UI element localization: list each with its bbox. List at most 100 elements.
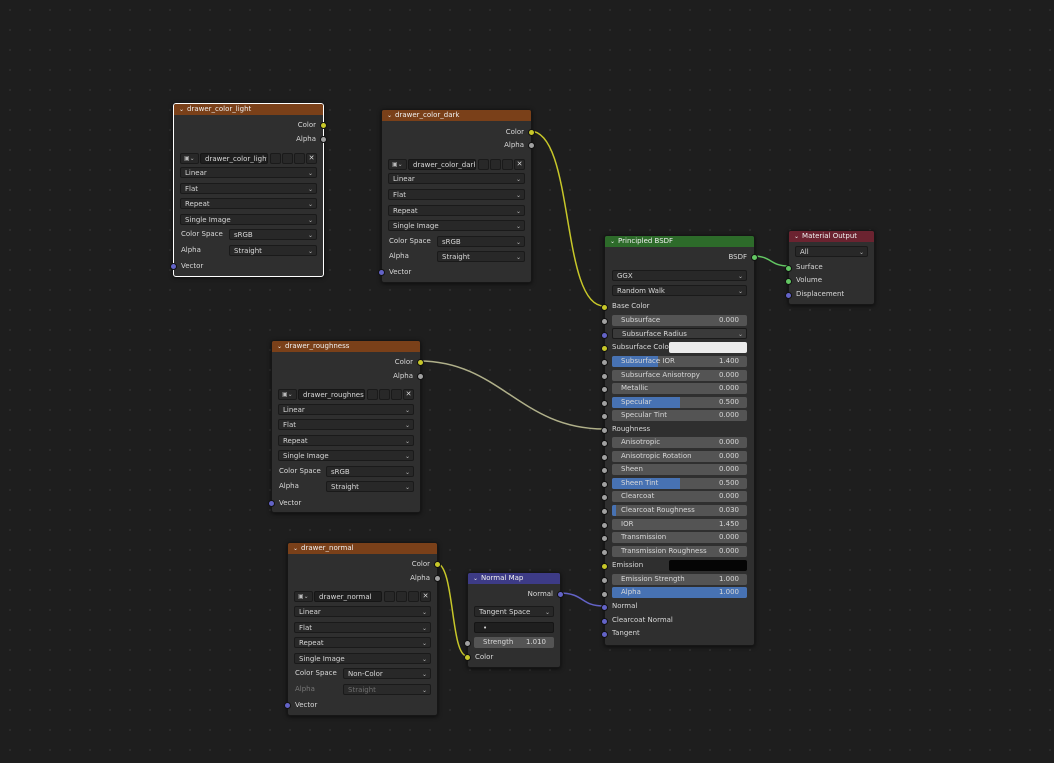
socket-slider-in[interactable] [601,521,608,529]
bsdf-slider[interactable]: Anisotropic 0.000 [612,437,747,448]
socket-vector-in[interactable] [378,269,385,276]
bsdf-slider[interactable]: Clearcoat Roughness 0.030 [612,505,747,516]
node-header[interactable]: ⌄ drawer_color_light [174,104,323,115]
projection-dropdown[interactable]: Flat ⌄ [388,189,525,200]
bsdf-slider[interactable]: Clearcoat 0.000 [612,491,747,503]
subsurface-method-dropdown[interactable]: Random Walk ⌄ [612,285,747,296]
alpha-dropdown[interactable]: Straight ⌄ [326,481,414,492]
socket-alpha-in[interactable] [601,591,608,598]
socket-volume-in[interactable] [785,278,792,285]
interpolation-dropdown[interactable]: Linear ⌄ [294,606,431,617]
bsdf-slider[interactable]: Anisotropic Rotation 0.000 [612,450,747,462]
image-texture-node-roughness[interactable]: ⌄ drawer_roughness Color Alpha ▣⌄ drawer_… [268,340,424,513]
bsdf-slider[interactable]: Specular Tint 0.000 [612,410,747,422]
open-folder-icon[interactable] [502,159,513,170]
socket-vector-in[interactable] [284,702,291,709]
alpha-dropdown[interactable]: Straight ⌄ [437,251,525,262]
close-icon[interactable]: ✕ [306,153,317,164]
fake-user-shield-icon[interactable] [478,159,489,170]
source-dropdown[interactable]: Single Image ⌄ [278,450,414,461]
node-header[interactable]: ⌄ Normal Map [468,573,560,584]
fake-user-shield-icon[interactable] [384,591,395,602]
socket-slider-in[interactable] [601,386,608,394]
distribution-dropdown[interactable]: GGX ⌄ [612,270,747,281]
source-dropdown[interactable]: Single Image ⌄ [294,653,431,664]
interpolation-dropdown[interactable]: Linear ⌄ [180,167,317,178]
open-folder-icon[interactable] [391,389,402,400]
image-selector[interactable]: ▣⌄ drawer_roughness ✕ [278,389,414,400]
color-space-dropdown[interactable]: sRGB ⌄ [437,236,525,247]
socket-alpha-out[interactable] [434,575,441,582]
node-header[interactable]: ⌄ drawer_color_dark [382,110,531,121]
uv-map-field[interactable]: • [474,622,554,633]
bsdf-slider[interactable]: Subsurface Anisotropy 0.000 [612,369,747,381]
extension-dropdown[interactable]: Repeat ⌄ [180,198,317,209]
socket-slider-in[interactable] [601,467,608,475]
socket-emission-in[interactable] [601,563,608,570]
principled-bsdf-node[interactable]: ⌄ Principled BSDF BSDF GGX ⌄ Random Walk ⌄ … [601,235,758,646]
extension-dropdown[interactable]: Repeat ⌄ [278,435,414,446]
socket-subsurface-color-in[interactable] [601,345,608,352]
collapse-chevron-icon[interactable]: ⌄ [610,238,615,245]
socket-slider-in[interactable] [601,413,608,421]
image-browse-icon[interactable]: ▣⌄ [278,389,297,400]
socket-base-color-in[interactable] [601,304,608,311]
image-selector[interactable]: ▣⌄ drawer_normal ✕ [294,591,431,602]
image-name-field[interactable]: drawer_normal [314,591,382,602]
collapse-chevron-icon[interactable]: ⌄ [293,545,298,552]
socket-subsurface-in[interactable] [601,318,608,325]
new-image-icon[interactable] [379,389,390,400]
node-header[interactable]: ⌄ Principled BSDF [605,236,754,247]
image-texture-node-light[interactable]: ⌄ drawer_color_light Color Alpha ▣⌄ drawe… [170,103,327,277]
socket-vector-in[interactable] [170,263,177,270]
close-icon[interactable]: ✕ [420,591,431,602]
socket-normal-out[interactable] [557,591,564,598]
bsdf-slider[interactable]: Subsurface IOR 1.400 [612,356,747,367]
space-dropdown[interactable]: Tangent Space ⌄ [474,606,554,617]
socket-slider-in[interactable] [601,359,608,366]
target-dropdown[interactable]: All ⌄ [795,246,868,257]
new-image-icon[interactable] [490,159,501,170]
socket-alpha-out[interactable] [528,142,535,149]
socket-vector-in[interactable] [268,500,275,507]
source-dropdown[interactable]: Single Image ⌄ [180,214,317,225]
socket-color-out[interactable] [320,122,327,129]
image-name-field[interactable]: drawer_color_dark [408,159,476,170]
color-space-dropdown[interactable]: sRGB ⌄ [326,466,414,477]
collapse-chevron-icon[interactable]: ⌄ [179,106,184,113]
node-header[interactable]: ⌄ drawer_roughness [272,341,420,352]
projection-dropdown[interactable]: Flat ⌄ [278,419,414,430]
bsdf-slider[interactable]: Transmission 0.000 [612,532,747,544]
socket-slider-in[interactable] [601,480,608,488]
extension-dropdown[interactable]: Repeat ⌄ [294,637,431,648]
fake-user-shield-icon[interactable] [367,389,378,400]
socket-slider-in[interactable] [601,494,608,502]
alpha-dropdown[interactable]: Straight ⌄ [229,245,317,256]
socket-color-out[interactable] [417,359,424,366]
interpolation-dropdown[interactable]: Linear ⌄ [388,173,525,184]
emission-color-swatch[interactable] [669,560,747,571]
source-dropdown[interactable]: Single Image ⌄ [388,220,525,231]
socket-clearcoat-normal-in[interactable] [601,618,608,625]
socket-subsurface-radius-in[interactable] [601,332,608,339]
interpolation-dropdown[interactable]: Linear ⌄ [278,404,414,415]
bsdf-slider[interactable]: Sheen Tint 0.500 [612,477,747,489]
node-header[interactable]: ⌄ drawer_normal [288,543,437,554]
open-folder-icon[interactable] [294,153,305,164]
material-output-node[interactable]: ⌄ Material Output All ⌄ Surface Volume Dis… [785,230,875,305]
socket-normal-in[interactable] [601,604,608,611]
image-selector[interactable]: ▣⌄ drawer_color_light ✕ [180,153,317,164]
socket-roughness-in[interactable] [601,427,608,434]
image-browse-icon[interactable]: ▣⌄ [294,591,313,602]
socket-slider-in[interactable] [601,535,608,543]
close-icon[interactable]: ✕ [514,159,525,170]
socket-slider-in[interactable] [601,399,608,407]
collapse-chevron-icon[interactable]: ⌄ [473,575,478,582]
socket-bsdf-out[interactable] [751,254,758,261]
collapse-chevron-icon[interactable]: ⌄ [387,112,392,119]
projection-dropdown[interactable]: Flat ⌄ [294,622,431,633]
normal-map-node[interactable]: ⌄ Normal Map Normal Tangent Space ⌄ • Stre… [464,572,564,668]
socket-color-out[interactable] [434,561,441,568]
fake-user-shield-icon[interactable] [270,153,281,164]
new-image-icon[interactable] [396,591,407,602]
